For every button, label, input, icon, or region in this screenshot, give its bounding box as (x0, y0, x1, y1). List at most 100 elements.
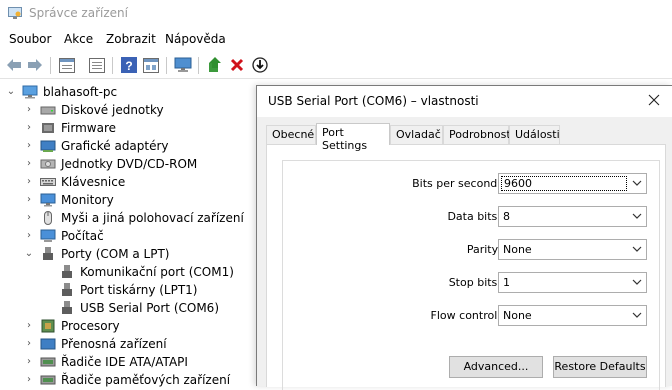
stop-bits-value: 1 (503, 276, 510, 289)
chevron-right-icon[interactable]: › (24, 231, 34, 241)
tree-item-keyboard[interactable]: › Klávesnice (24, 173, 125, 191)
flow-control-select[interactable]: None (498, 305, 647, 326)
dialog-titlebar: USB Serial Port (COM6) – vlastnosti (257, 86, 672, 117)
chevron-right-icon[interactable]: › (24, 321, 34, 331)
tree-item-graphics[interactable]: › Grafické adaptéry (24, 137, 169, 155)
menu-bar: Soubor Akce Zobrazit Nápověda (0, 30, 672, 50)
parity-select[interactable]: None (498, 239, 647, 260)
chevron-right-icon[interactable]: › (24, 141, 34, 151)
chevron-right-icon[interactable]: › (24, 105, 34, 115)
tree-item-dvd[interactable]: › Jednotky DVD/CD-ROM (24, 155, 197, 173)
chevron-right-icon[interactable]: › (24, 123, 34, 133)
tree-item-label: Jednotky DVD/CD-ROM (61, 157, 198, 171)
firmware-icon (40, 121, 56, 135)
port-settings-panel: Bits per second: 9600 Data bits: 8 Parit… (266, 144, 666, 390)
back-icon[interactable] (4, 55, 24, 75)
processor-icon (40, 319, 56, 333)
port-icon (40, 247, 56, 261)
tree-item-ide[interactable]: › Řadiče IDE ATA/ATAPI (24, 353, 188, 371)
tree-item-label: Řadiče paměťových zařízení (61, 373, 231, 387)
flow-control-label: Flow control: (430, 309, 501, 322)
menu-napoveda[interactable]: Nápověda (165, 32, 226, 46)
tree-item-processors[interactable]: › Procesory (24, 317, 120, 335)
storage-controller-icon (40, 373, 56, 387)
tab-udalosti[interactable]: Události (509, 125, 560, 144)
stop-bits-label: Stop bits: (448, 276, 501, 289)
chevron-down-icon (632, 312, 642, 318)
data-bits-row: Data bits: 8 (283, 206, 661, 228)
menu-akce[interactable]: Akce (64, 32, 93, 46)
update-driver-icon[interactable] (205, 55, 225, 75)
restore-defaults-button[interactable]: Restore Defaults (553, 356, 647, 378)
tree-item-firmware[interactable]: › Firmware (24, 119, 116, 137)
tree-item-label: Monitory (61, 193, 114, 207)
chevron-down-icon[interactable]: ⌄ (24, 249, 34, 259)
tab-ovladac[interactable]: Ovladač (390, 125, 443, 144)
tree-root[interactable]: ⌄ blahasoft-pc (6, 83, 117, 101)
toolbar: ? (0, 52, 672, 79)
tree-item-label: Porty (COM a LPT) (61, 247, 170, 261)
menu-soubor[interactable]: Soubor (9, 32, 51, 46)
port-icon (59, 283, 75, 297)
update-icon[interactable] (87, 55, 107, 75)
properties-dialog: USB Serial Port (COM6) – vlastnosti Obec… (256, 85, 672, 390)
tree-item-ports[interactable]: ⌄ Porty (COM a LPT) (24, 245, 169, 263)
chevron-right-icon[interactable]: › (24, 177, 34, 187)
tree-item-lpt1[interactable]: Port tiskárny (LPT1) (59, 281, 197, 299)
tree-item-label: Řadiče IDE ATA/ATAPI (61, 355, 188, 369)
parity-label: Parity: (466, 243, 501, 256)
parity-value: None (503, 243, 532, 256)
toolbar-separator (50, 57, 51, 74)
view-icon[interactable] (141, 55, 161, 75)
device-tree: ⌄ blahasoft-pc › Diskové jednotky › Firm… (0, 82, 258, 389)
close-icon[interactable] (645, 91, 663, 109)
tree-item-monitors[interactable]: › Monitory (24, 191, 114, 209)
chevron-right-icon[interactable]: › (24, 357, 34, 367)
properties-icon[interactable] (57, 55, 77, 75)
tree-item-mice[interactable]: › Myši a jiná polohovací zařízení (24, 209, 244, 227)
scan-icon[interactable] (250, 55, 270, 75)
uninstall-icon[interactable] (227, 55, 247, 75)
bits-per-second-select[interactable]: 9600 (498, 173, 647, 194)
chevron-down-icon (632, 246, 642, 252)
forward-icon[interactable] (25, 55, 45, 75)
bits-per-second-row: Bits per second: 9600 (283, 173, 661, 195)
tree-item-label: USB Serial Port (COM6) (80, 301, 219, 315)
tree-item-portable[interactable]: › Přenosná zařízení (24, 335, 167, 353)
data-bits-select[interactable]: 8 (498, 206, 647, 227)
keyboard-icon (40, 175, 56, 189)
chevron-right-icon[interactable]: › (24, 339, 34, 349)
tree-item-com6[interactable]: USB Serial Port (COM6) (59, 299, 219, 317)
tree-item-disk[interactable]: › Diskové jednotky (24, 101, 164, 119)
ide-controller-icon (40, 355, 56, 369)
monitor-icon[interactable] (173, 55, 193, 75)
chevron-right-icon[interactable]: › (24, 375, 34, 385)
advanced-button[interactable]: Advanced... (449, 356, 543, 378)
dialog-tabs: Obecné Port Settings Ovladač Podrobnosti… (266, 123, 666, 152)
tree-item-label: Grafické adaptéry (61, 139, 169, 153)
disk-drive-icon (40, 103, 56, 117)
computer-icon (22, 85, 38, 99)
data-bits-value: 8 (503, 210, 510, 223)
chevron-right-icon[interactable]: › (24, 195, 34, 205)
chevron-down-icon[interactable]: ⌄ (6, 87, 16, 97)
tab-obecne[interactable]: Obecné (266, 125, 316, 144)
stop-bits-select[interactable]: 1 (498, 272, 647, 293)
tab-podrobnosti[interactable]: Podrobnosti (443, 125, 514, 144)
tab-port-settings[interactable]: Port Settings (316, 123, 390, 152)
menu-zobrazit[interactable]: Zobrazit (106, 32, 156, 46)
tree-item-computer[interactable]: › Počítač (24, 227, 104, 245)
tree-item-label: Port tiskárny (LPT1) (80, 283, 198, 297)
port-icon (59, 265, 75, 279)
tree-item-label: Firmware (61, 121, 116, 135)
chevron-right-icon[interactable]: › (24, 213, 34, 223)
portable-device-icon (40, 337, 56, 351)
help-icon[interactable]: ? (119, 55, 139, 75)
stop-bits-row: Stop bits: 1 (283, 272, 661, 294)
tree-item-storage[interactable]: › Řadiče paměťových zařízení (24, 371, 230, 389)
tree-item-com1[interactable]: Komunikační port (COM1) (59, 263, 234, 281)
data-bits-label: Data bits: (447, 210, 501, 223)
chevron-down-icon (632, 279, 642, 285)
tree-root-label: blahasoft-pc (43, 85, 118, 99)
chevron-right-icon[interactable]: › (24, 159, 34, 169)
